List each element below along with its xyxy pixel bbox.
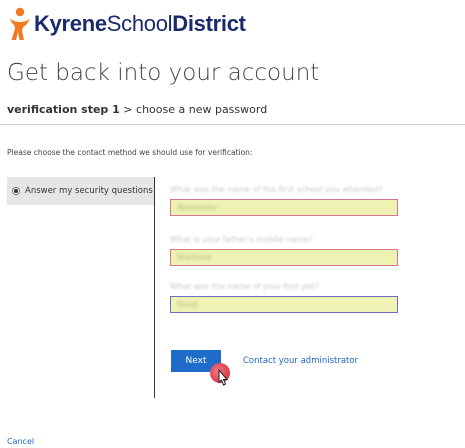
- answer-value-3: Rhod: [177, 300, 198, 309]
- contact-administrator-link[interactable]: Contact your administrator: [243, 356, 358, 366]
- question-label-3: What was the name of your first pet?: [170, 282, 319, 291]
- page-title: Get back into your account: [7, 60, 320, 86]
- step-next: choose a new password: [136, 103, 268, 116]
- mouse-pointer-icon: [218, 369, 229, 386]
- instruction-text: Please choose the contact method we shou…: [7, 148, 253, 157]
- step-current: verification step 1: [7, 103, 120, 116]
- cancel-link[interactable]: Cancel: [7, 437, 34, 446]
- radio-selected-dot: [14, 189, 18, 193]
- step-separator: >: [119, 103, 137, 116]
- section-divider: [154, 177, 155, 398]
- brand-logo: KyreneSchoolDistrict: [8, 7, 246, 41]
- brand-name: KyreneSchoolDistrict: [34, 11, 246, 36]
- step-breadcrumb: verification step 1 > choose a new passw…: [7, 103, 267, 116]
- kyrene-figure-icon: [10, 7, 30, 40]
- answer-input-3[interactable]: Rhod: [170, 296, 398, 313]
- header-divider: [0, 124, 465, 125]
- method-option-security-questions[interactable]: Answer my security questions: [7, 177, 154, 205]
- method-radio[interactable]: [12, 187, 20, 195]
- answer-value-1: Alexander: [177, 203, 218, 212]
- answer-value-2: Matthew: [177, 253, 212, 262]
- method-label: Answer my security questions: [25, 186, 153, 196]
- question-label-2: What is your father's middle name?: [170, 235, 313, 244]
- question-label-1: What was the name of the first school yo…: [170, 185, 383, 194]
- answer-input-2[interactable]: Matthew: [170, 249, 398, 266]
- answer-input-1[interactable]: Alexander: [170, 199, 398, 216]
